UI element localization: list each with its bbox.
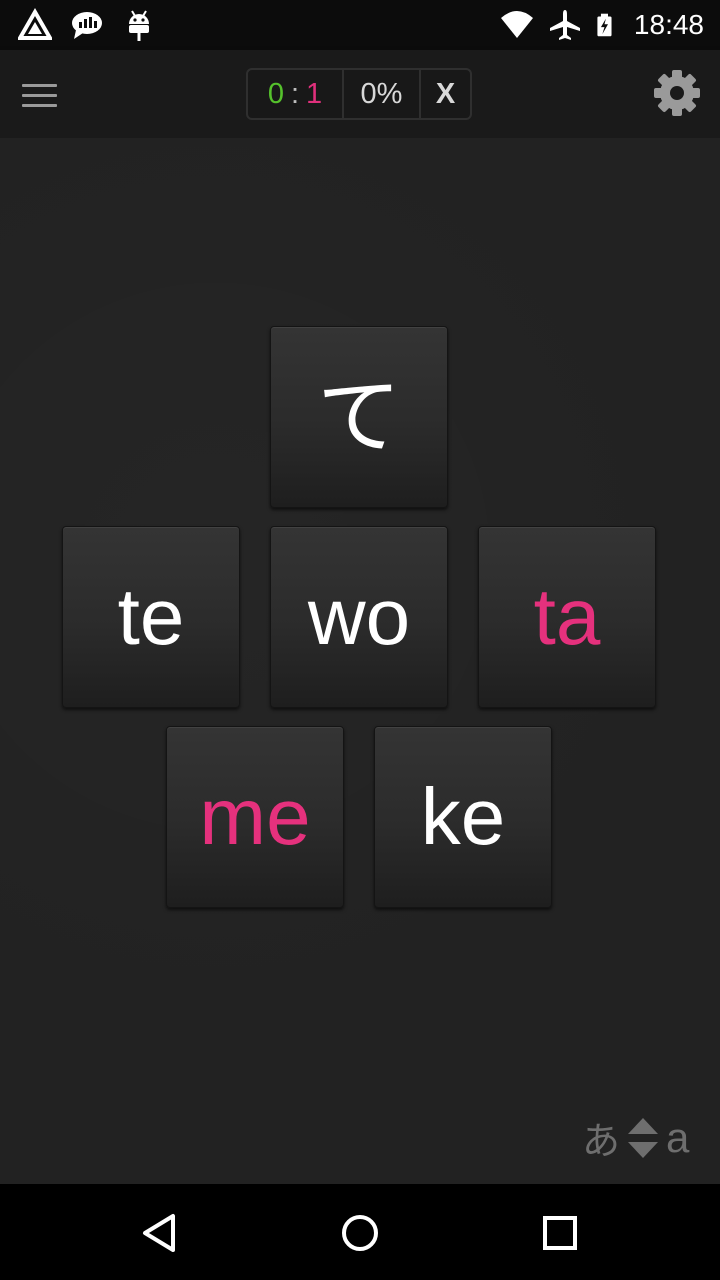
close-quiz-button[interactable]: X bbox=[421, 70, 470, 118]
quiz-area: て te wo ta me ke bbox=[0, 138, 720, 1184]
gear-icon[interactable] bbox=[652, 68, 702, 118]
answer-option-wo[interactable]: wo bbox=[270, 526, 448, 708]
back-icon[interactable] bbox=[137, 1210, 183, 1256]
app-a-icon bbox=[18, 8, 52, 40]
menu-icon[interactable] bbox=[18, 76, 62, 112]
wrong-count: 1 bbox=[306, 77, 323, 110]
recents-icon[interactable] bbox=[537, 1210, 583, 1256]
clock: 18:48 bbox=[633, 9, 704, 40]
answer-option-ke[interactable]: ke bbox=[374, 726, 552, 908]
toolbar: 0 : 1 0% X bbox=[0, 50, 720, 138]
kana-label: あ bbox=[582, 1119, 621, 1163]
swap-arrows-icon bbox=[628, 1117, 659, 1158]
score-percent: 0% bbox=[344, 70, 421, 118]
answer-option-ta[interactable]: ta bbox=[478, 526, 656, 708]
chat-bars-icon bbox=[72, 12, 102, 39]
romaji-label: a bbox=[666, 1113, 690, 1161]
battery-charging-icon bbox=[597, 13, 612, 37]
answer-option-te[interactable]: te bbox=[62, 526, 240, 708]
answer-option-me[interactable]: me bbox=[166, 726, 344, 908]
android-debug-icon bbox=[129, 10, 149, 41]
score-counter: 0 : 1 bbox=[248, 70, 344, 118]
script-swap-toggle[interactable]: あ a bbox=[582, 1110, 689, 1165]
airplane-icon bbox=[549, 10, 580, 40]
score-panel: 0 : 1 0% X bbox=[246, 68, 472, 120]
home-icon[interactable] bbox=[337, 1210, 383, 1256]
correct-count: 0 bbox=[267, 77, 284, 110]
score-separator: : bbox=[290, 77, 300, 110]
navigation-bar bbox=[0, 1184, 720, 1280]
status-bar: 18:48 bbox=[0, 0, 720, 50]
prompt-card: て bbox=[270, 326, 448, 508]
wifi-icon bbox=[500, 11, 533, 38]
